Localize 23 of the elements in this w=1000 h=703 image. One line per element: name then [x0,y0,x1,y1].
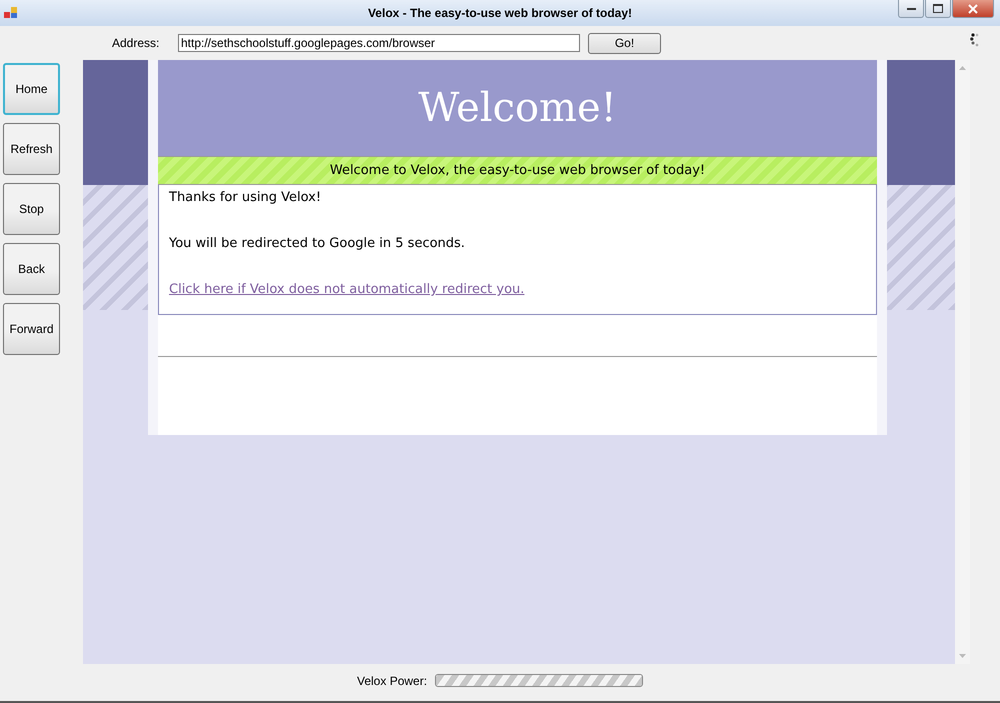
paragraph: You will be redirected to Google in 5 seconds. [169,235,466,253]
close-icon [968,4,978,14]
address-label: Address: [112,36,160,50]
loading-icon [970,33,980,47]
nav-button[interactable]: Refresh [3,123,60,175]
nav-button[interactable]: Stop [3,183,60,235]
power-label: Velox Power: [357,674,428,688]
nav-button[interactable]: Forward [3,303,60,355]
welcome-banner: Welcome to Velox, the easy-to-use web browser of today! [158,156,877,185]
maximize-icon [933,4,943,13]
go-button[interactable]: Go! [588,32,661,54]
minimize-icon [906,8,916,10]
nav-button[interactable]: Home [3,63,60,115]
nav-button[interactable]: Back [3,243,60,295]
page-heading: Welcome! [418,85,617,131]
close-button[interactable] [952,0,994,18]
paragraph: Thanks for using Velox! [169,189,322,207]
redirect-link[interactable]: Click here if Velox does not automatically redirect you. [169,282,524,297]
minimize-button[interactable] [898,0,924,18]
window-title: Velox - The easy-to-use web browser of today! [368,6,632,20]
maximize-button[interactable] [925,0,951,18]
address-field[interactable]: http://sethschoolstuff.googlepages.com/browser [178,34,580,52]
app-icon [4,7,18,19]
